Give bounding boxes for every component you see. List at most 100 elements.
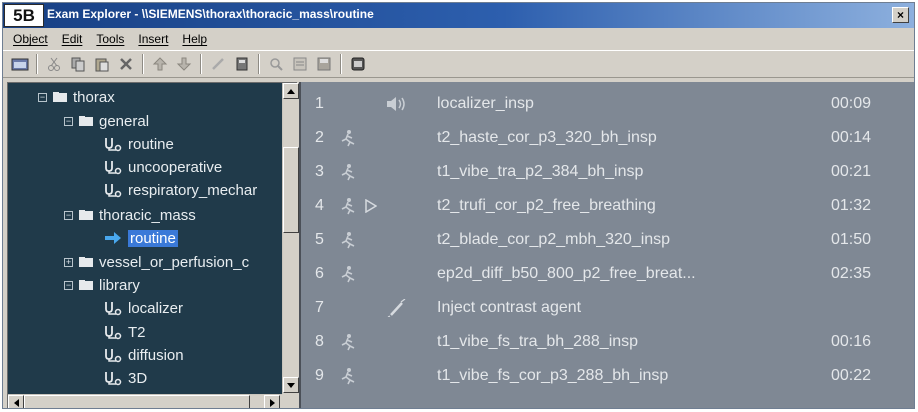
breath-hold-icon bbox=[341, 368, 355, 385]
paste-icon[interactable] bbox=[91, 54, 113, 74]
copy-icon[interactable] bbox=[67, 54, 89, 74]
toolbar bbox=[3, 50, 914, 78]
tree-item-respiratory-mechanics[interactable]: respiratory_mechar bbox=[104, 178, 257, 202]
tree-item-label: diffusion bbox=[128, 346, 184, 364]
step-number: 2 bbox=[315, 129, 324, 146]
tree-item-label: localizer bbox=[128, 299, 184, 317]
tree-item-routine-selected[interactable]: routine bbox=[104, 226, 178, 250]
folder-icon bbox=[79, 210, 93, 220]
step-duration: 01:32 bbox=[831, 197, 872, 214]
tree-item-label: uncooperative bbox=[128, 158, 223, 176]
arrow-left-icon bbox=[13, 399, 19, 407]
move-up-icon[interactable] bbox=[149, 54, 171, 74]
cut-icon[interactable] bbox=[43, 54, 65, 74]
search-icon[interactable] bbox=[265, 54, 287, 74]
step-duration: 00:14 bbox=[831, 129, 872, 146]
list-item[interactable]: 2 t2_haste_cor_p3_320_bh_insp 00:14 bbox=[301, 120, 914, 154]
properties-icon[interactable] bbox=[231, 54, 253, 74]
list-item[interactable]: 4 t2_trufi_cor_p2_free_breathing 01:32 bbox=[301, 188, 914, 222]
arrow-down-icon bbox=[287, 382, 295, 388]
tree-vertical-scrollbar[interactable] bbox=[282, 83, 299, 395]
step-name: t1_vibe_fs_tra_bh_288_insp bbox=[437, 333, 639, 350]
list-item[interactable]: 8 t1_vibe_fs_tra_bh_288_insp 00:16 bbox=[301, 324, 914, 358]
breath-hold-icon bbox=[341, 334, 355, 351]
tree-item-thorax[interactable]: − thorax bbox=[38, 85, 115, 109]
scroll-up-button[interactable] bbox=[283, 83, 299, 99]
close-button[interactable]: × bbox=[892, 7, 909, 23]
collapse-toggle[interactable]: − bbox=[64, 116, 73, 126]
protocol-tree: − thorax − general routine uncooperative… bbox=[7, 82, 299, 408]
move-down-icon[interactable] bbox=[173, 54, 195, 74]
tree-item-label: thorax bbox=[73, 88, 115, 106]
list-item[interactable]: 6 ep2d_diff_b50_800_p2_free_breat... 02:… bbox=[301, 256, 914, 290]
collapse-toggle[interactable]: − bbox=[64, 280, 73, 290]
tree-item-label: T2 bbox=[128, 323, 146, 341]
tree-item-localizer[interactable]: localizer bbox=[104, 296, 183, 320]
arrow-up-icon bbox=[287, 88, 295, 94]
protocol-icon bbox=[105, 184, 122, 198]
step-name: t2_trufi_cor_p2_free_breathing bbox=[437, 197, 656, 214]
toolbar-separator bbox=[142, 54, 144, 74]
options-icon[interactable] bbox=[347, 54, 369, 74]
arrow-right-icon bbox=[269, 399, 275, 407]
scroll-thumb[interactable] bbox=[24, 395, 250, 408]
scroll-thumb[interactable] bbox=[283, 147, 299, 233]
step-number: 9 bbox=[315, 367, 324, 384]
tree-item-vessel-or-perfusion[interactable]: + vessel_or_perfusion_c bbox=[64, 250, 249, 274]
save-icon[interactable] bbox=[313, 54, 335, 74]
scroll-down-button[interactable] bbox=[283, 377, 299, 393]
step-number: 5 bbox=[315, 231, 324, 248]
speaker-icon bbox=[387, 97, 405, 111]
list-item[interactable]: 9 t1_vibe_fs_cor_p3_288_bh_insp 00:22 bbox=[301, 358, 914, 392]
list-item[interactable]: 7 Inject contrast agent bbox=[301, 290, 914, 324]
scroll-right-button[interactable] bbox=[264, 395, 280, 408]
collapse-toggle[interactable]: − bbox=[38, 92, 47, 102]
program-step-list: 1 localizer_insp 00:09 2 t2_haste_cor_p3… bbox=[299, 82, 914, 408]
menu-help[interactable]: Help bbox=[182, 32, 207, 46]
protocol-icon bbox=[105, 302, 122, 316]
step-name: t1_vibe_tra_p2_384_bh_insp bbox=[437, 163, 644, 180]
list-item[interactable]: 3 t1_vibe_tra_p2_384_bh_insp 00:21 bbox=[301, 154, 914, 188]
menu-edit[interactable]: Edit bbox=[62, 32, 83, 46]
toolbar-separator bbox=[340, 54, 342, 74]
scroll-left-button[interactable] bbox=[8, 395, 24, 408]
tree-item-uncooperative[interactable]: uncooperative bbox=[104, 155, 222, 179]
tree-item-thoracic-mass[interactable]: − thoracic_mass bbox=[64, 203, 196, 227]
window-title: Exam Explorer - \\SIEMENS\thorax\thoraci… bbox=[47, 7, 374, 21]
menu-tools[interactable]: Tools bbox=[96, 32, 124, 46]
menu-insert[interactable]: Insert bbox=[138, 32, 168, 46]
menu-object[interactable]: Object bbox=[13, 32, 48, 46]
step-number: 4 bbox=[315, 197, 324, 214]
tree-horizontal-scrollbar[interactable] bbox=[8, 394, 282, 408]
step-name: localizer_insp bbox=[437, 95, 534, 112]
folder-icon bbox=[53, 92, 67, 102]
expand-toggle[interactable]: + bbox=[64, 257, 73, 267]
collapse-toggle[interactable]: − bbox=[64, 210, 73, 220]
list-item[interactable]: 1 localizer_insp 00:09 bbox=[301, 86, 914, 120]
report-icon[interactable] bbox=[289, 54, 311, 74]
tree-item-diffusion[interactable]: diffusion bbox=[104, 343, 184, 367]
open-icon[interactable] bbox=[9, 54, 31, 74]
breath-hold-icon bbox=[341, 198, 355, 215]
toolbar-separator bbox=[36, 54, 38, 74]
step-duration: 00:22 bbox=[831, 367, 872, 384]
tree-item-library[interactable]: − library bbox=[64, 273, 140, 297]
delete-icon[interactable] bbox=[115, 54, 137, 74]
tree-item-t2[interactable]: T2 bbox=[104, 320, 146, 344]
step-duration: 00:16 bbox=[831, 333, 872, 350]
syringe-icon bbox=[387, 299, 406, 317]
tree-item-routine[interactable]: routine bbox=[104, 132, 174, 156]
step-number: 3 bbox=[315, 163, 324, 180]
tree-item-label: general bbox=[99, 112, 150, 130]
breath-hold-icon bbox=[341, 164, 355, 181]
protocol-icon bbox=[105, 161, 122, 175]
menu-bar: Object Edit Tools Insert Help bbox=[3, 28, 914, 50]
protocol-icon bbox=[105, 138, 122, 152]
tree-item-general[interactable]: − general bbox=[64, 109, 149, 133]
tree-item-3d[interactable]: 3D bbox=[104, 366, 147, 390]
title-bar: 5B Exam Explorer - \\SIEMENS\thorax\thor… bbox=[3, 3, 914, 28]
step-name: ep2d_diff_b50_800_p2_free_breat... bbox=[437, 265, 696, 282]
breath-hold-icon bbox=[341, 232, 355, 249]
list-item[interactable]: 5 t2_blade_cor_p2_mbh_320_insp 01:50 bbox=[301, 222, 914, 256]
edit-icon[interactable] bbox=[207, 54, 229, 74]
